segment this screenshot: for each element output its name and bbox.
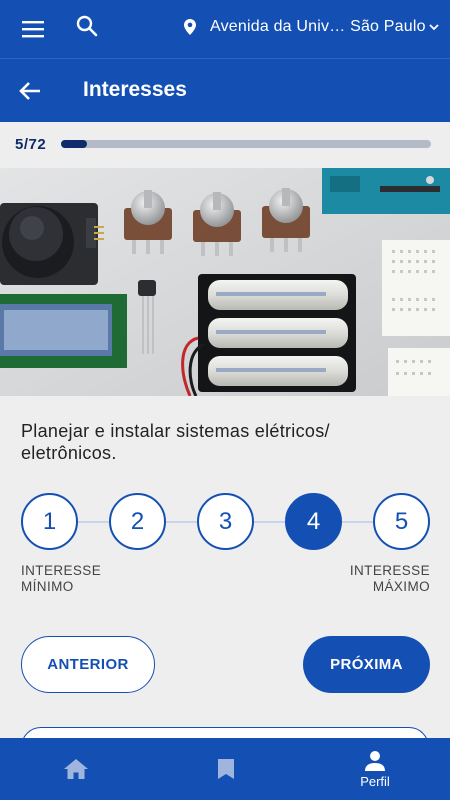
arrow-back-icon	[19, 82, 40, 100]
scale-option-5[interactable]: 5	[373, 493, 430, 550]
menu-button[interactable]	[18, 14, 48, 44]
location-selector[interactable]: Avenida da Univ… São Paulo	[184, 14, 440, 40]
scale-option-4[interactable]: 4	[285, 493, 342, 550]
person-icon	[365, 750, 385, 771]
home-icon	[64, 759, 88, 779]
progress-fill	[61, 140, 87, 148]
bookmark-icon	[218, 759, 234, 779]
scale-min-label-line2: MÍNIMO	[21, 579, 74, 594]
previous-button[interactable]: ANTERIOR	[21, 636, 155, 693]
scale-max-label: INTERESSE MÁXIMO	[350, 563, 430, 595]
scale-min-label: INTERESSE MÍNIMO	[21, 563, 101, 595]
location-text: Avenida da Univ… São Paulo	[210, 18, 426, 35]
search-button[interactable]	[72, 11, 102, 41]
next-button[interactable]: PRÓXIMA	[303, 636, 430, 693]
progress-counter: 5/72	[15, 136, 47, 153]
scale-option-1[interactable]: 1	[21, 493, 78, 550]
nav-home[interactable]	[58, 738, 94, 800]
nav-profile[interactable]: Perfil	[350, 738, 400, 800]
scale-max-label-line1: INTERESSE	[349, 563, 430, 578]
back-button[interactable]	[16, 77, 44, 105]
page-header: Interesses	[0, 58, 450, 122]
scale-option-3[interactable]: 3	[197, 493, 254, 550]
scale-option-2[interactable]: 2	[109, 493, 166, 550]
scale-max-label-line2: MÁXIMO	[372, 579, 430, 594]
question-image	[0, 168, 450, 396]
nav-profile-label: Perfil	[360, 773, 390, 789]
menu-icon	[22, 21, 44, 38]
progress-track	[61, 140, 431, 148]
scale-min-label-line1: INTERESSE	[21, 563, 102, 578]
page-title: Interesses	[83, 78, 187, 101]
search-icon	[76, 15, 98, 37]
question-text: Planejar e instalar sistemas elétricos/ …	[21, 421, 330, 463]
nav-saved[interactable]	[208, 738, 244, 800]
top-app-bar: Avenida da Univ… São Paulo	[0, 0, 450, 58]
location-pin-icon	[184, 19, 196, 35]
chevron-down-icon	[429, 24, 439, 31]
bottom-navigation: Perfil	[0, 738, 450, 800]
